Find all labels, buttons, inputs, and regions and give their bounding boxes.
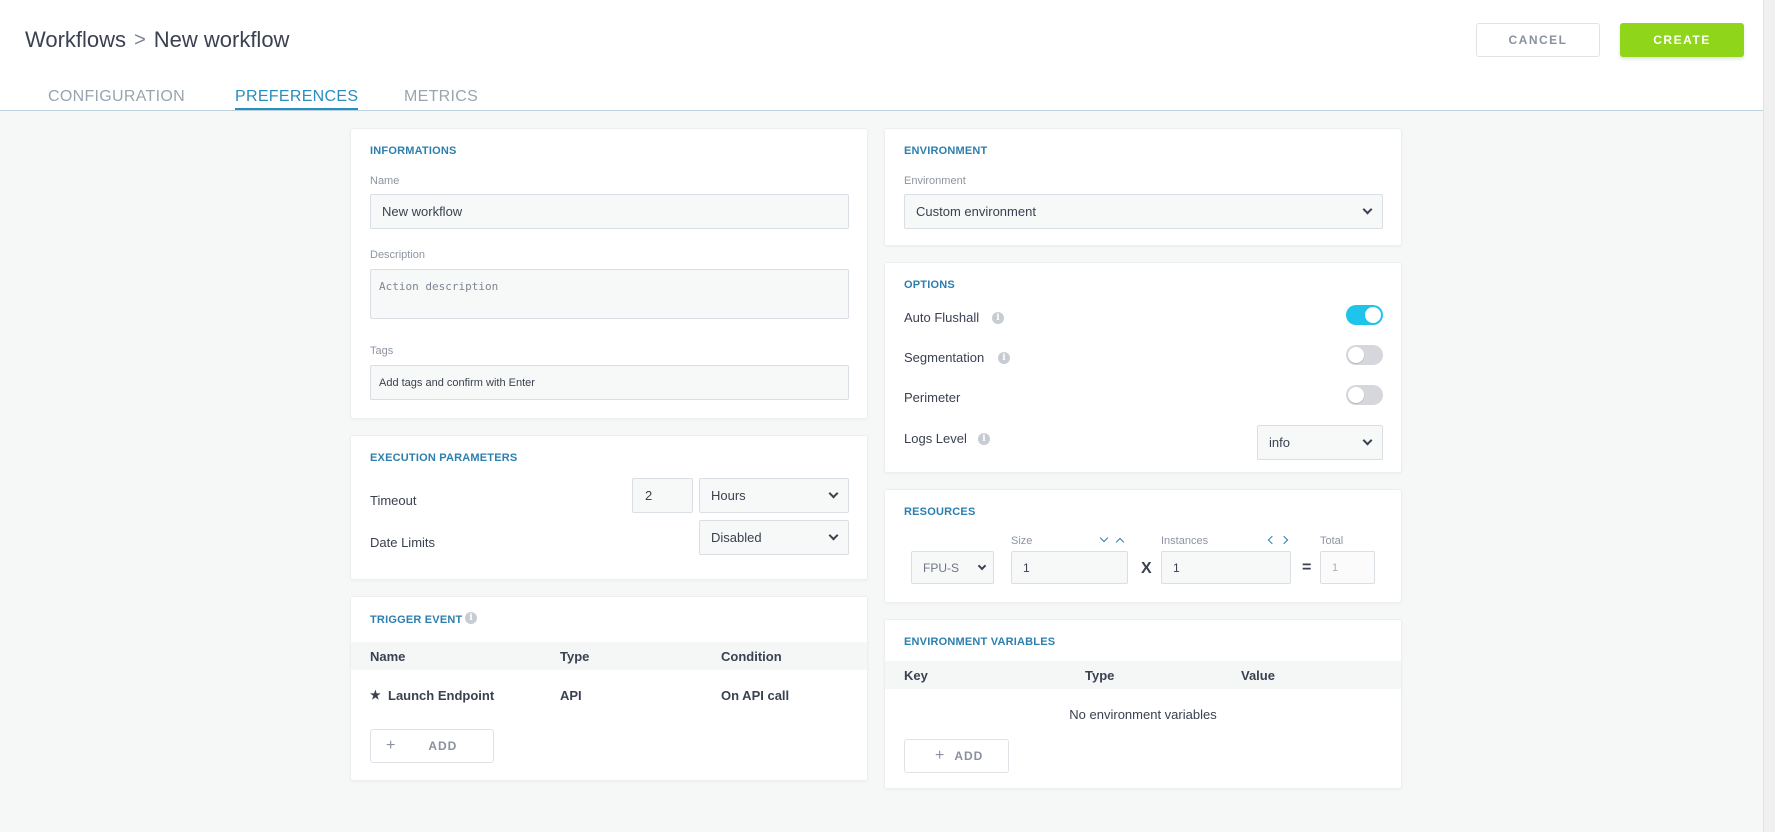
timeout-value: 2: [645, 488, 653, 503]
column-header-type: Type: [1085, 668, 1115, 683]
breadcrumb: Workflows > New workflow: [25, 27, 289, 53]
environment-card: ENVIRONMENT Environment Custom environme…: [884, 128, 1402, 246]
logs-level-value: info: [1269, 435, 1290, 450]
create-button[interactable]: CREATE: [1620, 23, 1744, 57]
logs-level-select[interactable]: info: [1257, 425, 1383, 460]
total-value: 1: [1332, 561, 1339, 574]
page-title: New workflow: [153, 27, 290, 52]
info-icon[interactable]: i: [978, 433, 990, 445]
execution-parameters-card: EXECUTION PARAMETERS Timeout 2 Hours Dat…: [350, 435, 868, 580]
chevron-down-icon[interactable]: [1099, 533, 1109, 543]
name-value: New workflow: [382, 204, 463, 219]
tags-label: Tags: [370, 345, 394, 357]
plus-icon: +: [386, 737, 397, 754]
chevron-down-icon: [828, 530, 839, 541]
trigger-event-title: TRIGGER EVENT: [370, 614, 463, 626]
description-label: Description: [370, 249, 426, 261]
trigger-condition: On API call: [721, 688, 790, 703]
environment-variables-card: ENVIRONMENT VARIABLES Key Type Value No …: [884, 619, 1402, 789]
add-variable-button[interactable]: + ADD: [904, 739, 1009, 773]
top-bar: Workflows > New workflow CANCEL CREATE C…: [0, 0, 1763, 111]
size-input[interactable]: 1: [1011, 551, 1128, 584]
page-scrollbar[interactable]: [1763, 0, 1775, 832]
segmentation-label: Segmentation: [904, 350, 985, 365]
equals-sign: =: [1302, 559, 1312, 576]
date-limits-value: Disabled: [711, 530, 762, 545]
environment-variables-title: ENVIRONMENT VARIABLES: [904, 636, 1056, 648]
timeout-unit-select[interactable]: Hours: [699, 478, 849, 513]
instances-value: 1: [1173, 560, 1180, 575]
perimeter-label: Perimeter: [904, 390, 961, 405]
tab-configuration[interactable]: CONFIGURATION: [48, 88, 185, 106]
trigger-event-card: TRIGGER EVENT i Name Type Condition ★ La…: [350, 596, 868, 781]
total-label: Total: [1320, 535, 1344, 547]
description-textarea[interactable]: Action description: [370, 269, 849, 319]
name-label: Name: [370, 175, 400, 187]
column-header-value: Value: [1241, 668, 1275, 683]
execution-parameters-title: EXECUTION PARAMETERS: [370, 452, 518, 464]
instances-label: Instances: [1161, 535, 1209, 547]
resources-title: RESOURCES: [904, 506, 976, 518]
perimeter-toggle[interactable]: [1346, 385, 1383, 405]
chevron-right-icon[interactable]: [1279, 535, 1289, 545]
plus-icon: +: [935, 747, 946, 764]
trigger-table-header: Name Type Condition: [351, 642, 867, 670]
options-title: OPTIONS: [904, 279, 955, 291]
informations-card: INFORMATIONS Name New workflow Descripti…: [350, 128, 868, 419]
add-variable-label: ADD: [954, 749, 984, 763]
description-placeholder: Action description: [379, 280, 499, 293]
resource-type-select[interactable]: FPU-S: [911, 551, 994, 584]
column-header-name: Name: [370, 649, 406, 664]
timeout-label: Timeout: [370, 493, 417, 508]
star-icon: ★: [370, 688, 381, 702]
chevron-up-icon[interactable]: [1115, 537, 1125, 547]
date-limits-select[interactable]: Disabled: [699, 520, 849, 555]
empty-state-text: No environment variables: [1069, 707, 1217, 722]
column-header-condition: Condition: [721, 649, 782, 664]
auto-flushall-toggle[interactable]: [1346, 305, 1383, 325]
chevron-left-icon[interactable]: [1267, 535, 1277, 545]
chevron-right-icon: >: [134, 28, 146, 51]
size-label: Size: [1011, 535, 1033, 547]
multiply-sign: X: [1141, 560, 1152, 577]
add-trigger-button[interactable]: + ADD: [370, 729, 494, 763]
column-header-key: Key: [904, 668, 928, 683]
size-value: 1: [1023, 560, 1030, 575]
total-input: 1: [1320, 551, 1375, 584]
timeout-unit-value: Hours: [711, 488, 746, 503]
tags-placeholder: Add tags and confirm with Enter: [379, 376, 535, 389]
cancel-button[interactable]: CANCEL: [1476, 23, 1600, 57]
env-vars-table-header: Key Type Value: [885, 661, 1401, 689]
tab-metrics[interactable]: METRICS: [404, 88, 478, 106]
tab-preferences[interactable]: PREFERENCES: [235, 88, 359, 110]
environment-value: Custom environment: [916, 204, 1036, 219]
chevron-down-icon: [1362, 435, 1373, 446]
logs-level-label: Logs Level: [904, 431, 967, 446]
chevron-down-icon: [828, 488, 839, 499]
chevron-down-icon: [1362, 204, 1373, 215]
breadcrumb-root[interactable]: Workflows: [25, 27, 126, 53]
trigger-name: Launch Endpoint: [388, 688, 495, 703]
environment-select[interactable]: Custom environment: [904, 194, 1383, 229]
informations-title: INFORMATIONS: [370, 145, 457, 157]
chevron-down-icon: [977, 561, 987, 570]
segmentation-toggle[interactable]: [1346, 345, 1383, 365]
instances-input[interactable]: 1: [1161, 551, 1291, 584]
info-icon[interactable]: i: [998, 352, 1010, 364]
info-icon[interactable]: i: [465, 612, 477, 624]
info-icon[interactable]: i: [992, 312, 1004, 324]
add-trigger-label: ADD: [428, 739, 458, 753]
environment-title: ENVIRONMENT: [904, 145, 988, 157]
environment-label: Environment: [904, 175, 966, 187]
column-header-type: Type: [560, 649, 590, 664]
resource-type-value: FPU-S: [923, 560, 959, 575]
timeout-input[interactable]: 2: [632, 478, 693, 513]
resources-card: RESOURCES FPU-S Size 1 X Instances 1 = T…: [884, 489, 1402, 603]
name-input[interactable]: New workflow: [370, 194, 849, 229]
date-limits-label: Date Limits: [370, 535, 436, 550]
auto-flushall-label: Auto Flushall: [904, 310, 980, 325]
options-card: OPTIONS Auto Flushall i Segmentation i P…: [884, 262, 1402, 473]
trigger-type: API: [560, 688, 582, 703]
tags-input[interactable]: Add tags and confirm with Enter: [370, 365, 849, 400]
